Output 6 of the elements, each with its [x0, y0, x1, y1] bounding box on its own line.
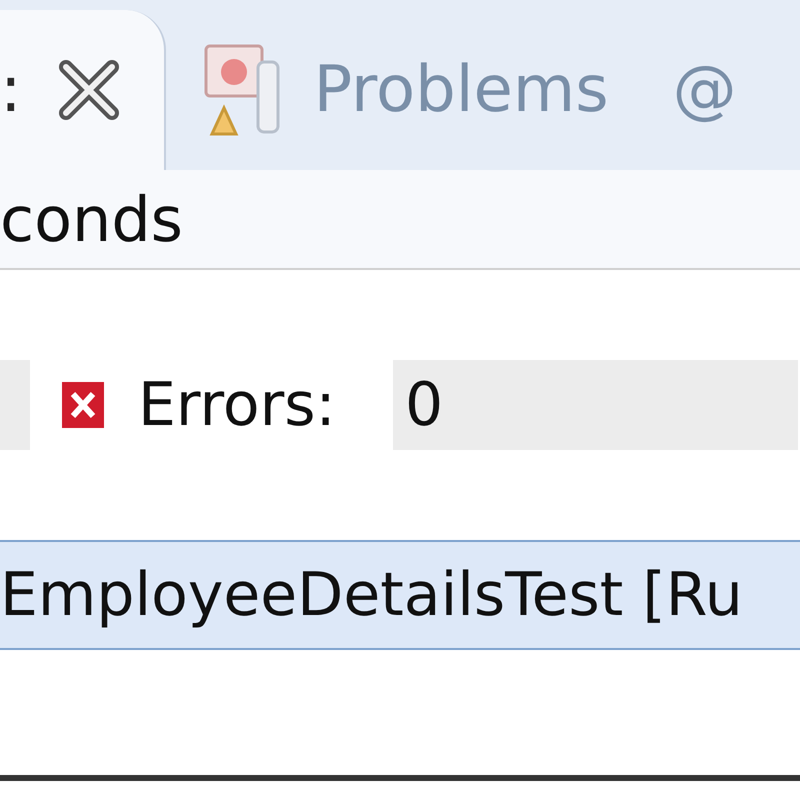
- view-tab[interactable]: :: [0, 10, 166, 170]
- status-text: conds: [0, 182, 183, 258]
- test-row[interactable]: EmployeeDetailsTest [Ru: [0, 540, 800, 650]
- counter-value: 0: [393, 360, 798, 450]
- error-icon: [60, 380, 106, 430]
- counter-label: Errors:: [138, 369, 337, 442]
